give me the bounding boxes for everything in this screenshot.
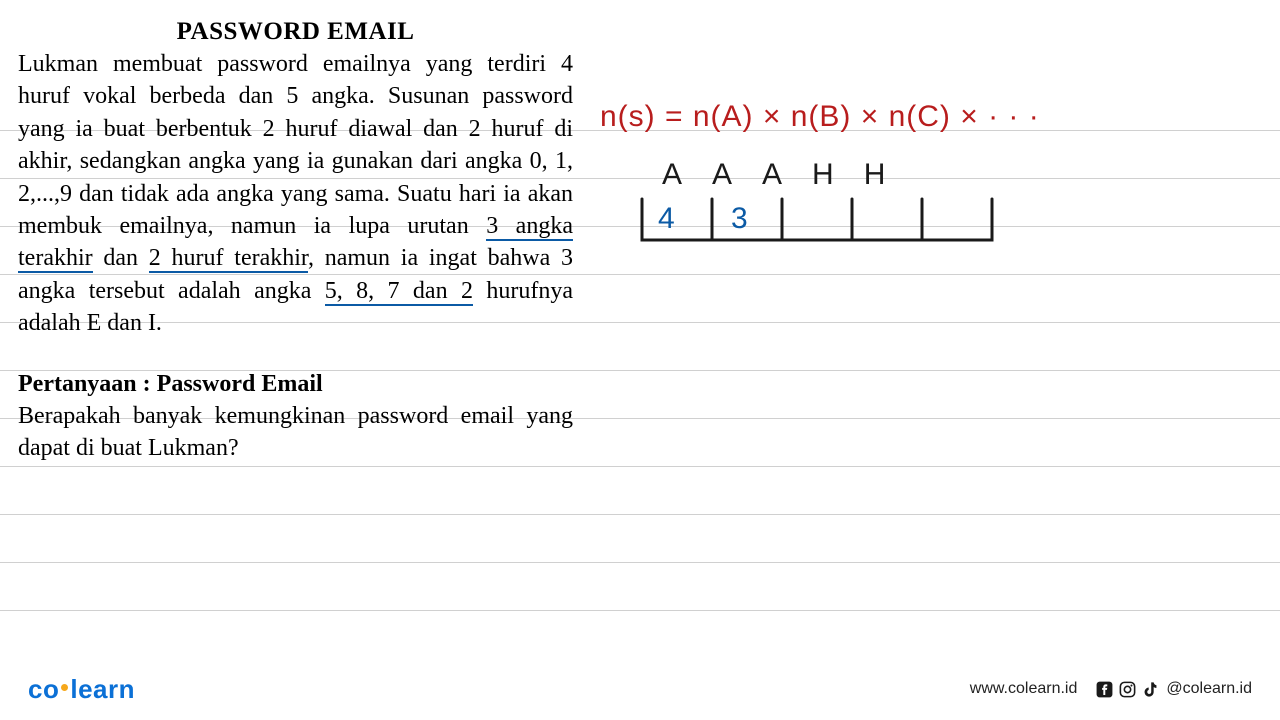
logo-text-right: learn xyxy=(70,674,135,704)
label-A: A xyxy=(712,158,762,191)
logo-text-left: co xyxy=(28,674,59,704)
tiktok-icon xyxy=(1141,680,1160,699)
footer: colearn www.colearn.id @colearn.id xyxy=(0,668,1280,720)
label-A: A xyxy=(662,158,712,191)
logo-dot-icon xyxy=(61,684,68,691)
footer-right: www.colearn.id @colearn.id xyxy=(970,680,1252,699)
underline-2: 2 huruf terakhir xyxy=(149,245,308,273)
facebook-icon xyxy=(1095,680,1114,699)
social-icons xyxy=(1095,680,1160,699)
label-H: H xyxy=(812,158,864,191)
para-segment: Lukman membuat password emailnya yang te… xyxy=(18,51,573,239)
handwriting-area: n(s) = n(A) × n(B) × n(C) × · · · AAAHH … xyxy=(600,100,1260,360)
question-sep: : xyxy=(137,371,157,397)
social-handle: @colearn.id xyxy=(1166,680,1252,698)
para-segment: dan xyxy=(93,245,149,271)
label-H: H xyxy=(864,158,916,191)
problem-title: PASSWORD EMAIL xyxy=(66,18,526,46)
question-block: Pertanyaan : Password Email Berapakah ba… xyxy=(18,368,573,465)
num-2: 3 xyxy=(731,202,748,236)
problem-body: Lukman membuat password emailnya yang te… xyxy=(18,48,573,340)
social-group: @colearn.id xyxy=(1095,680,1252,699)
footer-url: www.colearn.id xyxy=(970,680,1078,698)
slot-numbers: 4 3 xyxy=(658,202,748,236)
num-1: 4 xyxy=(658,202,675,236)
label-A: A xyxy=(762,158,812,191)
brand-logo: colearn xyxy=(28,674,135,705)
formula: n(s) = n(A) × n(B) × n(C) × · · · xyxy=(600,100,1260,134)
question-label: Pertanyaan xyxy=(18,371,137,397)
question-body: Berapakah banyak kemungkinan password em… xyxy=(18,400,573,465)
problem-text: PASSWORD EMAIL Lukman membuat password e… xyxy=(18,18,573,465)
question-title: Password Email xyxy=(157,371,323,397)
instagram-icon xyxy=(1118,680,1137,699)
slot-labels: AAAHH xyxy=(662,158,915,192)
underline-3: 5, 8, 7 dan 2 xyxy=(325,278,473,306)
